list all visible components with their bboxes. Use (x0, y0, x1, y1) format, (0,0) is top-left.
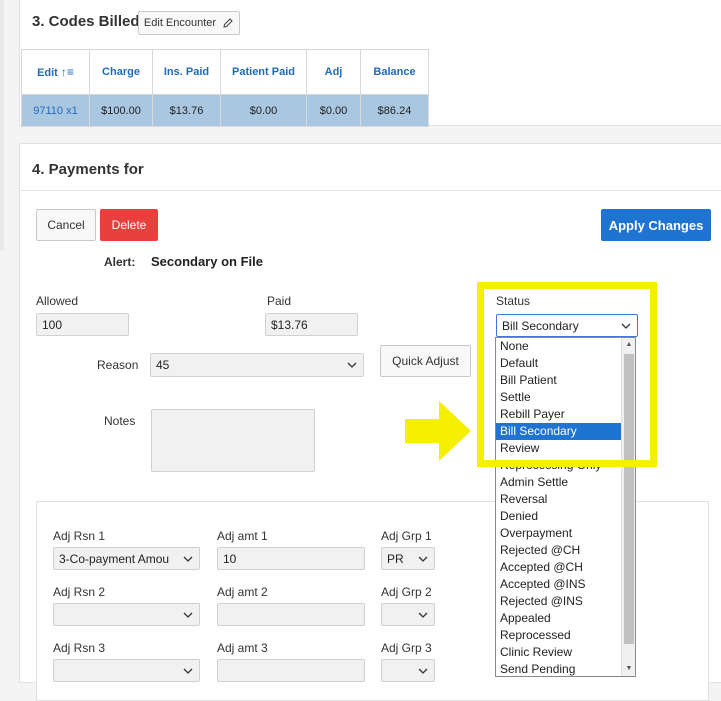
paid-field[interactable]: $13.76 (265, 313, 358, 336)
adj-grp-2-label: Adj Grp 2 (381, 585, 432, 599)
adj-amt-1-field[interactable]: 10 (217, 547, 365, 570)
codes-table: Edit ↑≡ Charge Ins. Paid Patient Paid Ad… (21, 49, 429, 127)
adj-grp-1-label: Adj Grp 1 (381, 529, 432, 543)
divider (20, 190, 721, 191)
col-charge-header[interactable]: Charge (89, 49, 153, 95)
allowed-label: Allowed (36, 294, 79, 308)
edit-encounter-label: Edit Encounter (143, 17, 217, 29)
adj-rsn-2-select[interactable] (53, 603, 200, 626)
dropdown-option[interactable]: Reprocessed (496, 627, 621, 644)
adj-grp-1-select[interactable]: PR (381, 547, 435, 570)
chevron-down-icon (347, 362, 357, 368)
codes-billed-panel: 3. Codes Billed Edit Encounter Edit ↑≡ C… (19, 0, 721, 127)
dropdown-option[interactable]: Clinic Review (496, 644, 621, 661)
delete-button[interactable]: Delete (100, 209, 158, 241)
notes-textarea[interactable] (151, 409, 315, 472)
row-patient-paid: $0.00 (220, 94, 307, 127)
adj-rsn-1-select[interactable]: 3-Co-payment Amou (53, 547, 200, 570)
chevron-down-icon (183, 556, 193, 562)
dropdown-option[interactable]: Appealed (496, 610, 621, 627)
adj-amt-2-field[interactable] (217, 603, 365, 626)
row-adj: $0.00 (306, 94, 361, 127)
sort-asc-icon[interactable]: ↑≡ (61, 65, 74, 79)
alert-value: Secondary on File (151, 254, 263, 269)
row-charge: $100.00 (89, 94, 153, 127)
scroll-down-icon[interactable]: ▼ (622, 662, 636, 676)
allowed-field[interactable]: 100 (36, 313, 129, 336)
dropdown-option[interactable]: Denied (496, 508, 621, 525)
row-ins-paid: $13.76 (152, 94, 221, 127)
cancel-button[interactable]: Cancel (36, 209, 96, 241)
arrow-right-icon (405, 401, 471, 461)
notes-label: Notes (104, 414, 136, 428)
left-edge (0, 0, 4, 250)
adj-rsn-3-label: Adj Rsn 3 (53, 641, 106, 655)
dropdown-option[interactable]: Overpayment (496, 525, 621, 542)
highlight-box (477, 282, 657, 467)
pencil-icon (223, 18, 233, 28)
paid-label: Paid (267, 294, 292, 308)
adj-rsn-1-label: Adj Rsn 1 (53, 529, 106, 543)
dropdown-option[interactable]: Accepted @INS (496, 576, 621, 593)
col-balance-header[interactable]: Balance (360, 49, 429, 95)
chevron-down-icon (418, 612, 428, 618)
dropdown-option[interactable]: Rejected @CH (496, 542, 621, 559)
adj-amt-1-label: Adj amt 1 (217, 529, 268, 543)
chevron-down-icon (418, 556, 428, 562)
alert-label: Alert: (104, 255, 136, 269)
payments-title: 4. Payments for (32, 161, 144, 178)
reason-select-value: 45 (156, 358, 170, 372)
col-ins-paid-header[interactable]: Ins. Paid (152, 49, 221, 95)
chevron-down-icon (183, 612, 193, 618)
adj-grp-3-label: Adj Grp 3 (381, 641, 432, 655)
reason-label: Reason (97, 358, 139, 372)
apply-changes-button[interactable]: Apply Changes (601, 209, 711, 241)
chevron-down-icon (183, 668, 193, 674)
adj-amt-3-label: Adj amt 3 (217, 641, 268, 655)
adj-grp-2-select[interactable] (381, 603, 435, 626)
edit-encounter-button[interactable]: Edit Encounter (138, 11, 240, 35)
adj-rsn-2-label: Adj Rsn 2 (53, 585, 106, 599)
col-patient-paid-header[interactable]: Patient Paid (220, 49, 307, 95)
col-adj-header[interactable]: Adj (306, 49, 361, 95)
adj-amt-2-label: Adj amt 2 (217, 585, 268, 599)
codes-table-header: Edit ↑≡ Charge Ins. Paid Patient Paid Ad… (21, 49, 429, 95)
reason-select[interactable]: 45 (150, 353, 364, 377)
table-row[interactable]: 97110 x1 $100.00 $13.76 $0.00 $0.00 $86.… (21, 94, 429, 127)
dropdown-option[interactable]: Admin Settle (496, 474, 621, 491)
row-balance: $86.24 (360, 94, 429, 127)
row-code-link[interactable]: 97110 x1 (21, 94, 90, 127)
col-edit-header[interactable]: Edit ↑≡ (21, 49, 90, 95)
dropdown-option[interactable]: Rejected @INS (496, 593, 621, 610)
dropdown-option[interactable]: Send Pending (496, 661, 621, 678)
quick-adjust-button[interactable]: Quick Adjust (380, 345, 471, 377)
dropdown-option[interactable]: Accepted @CH (496, 559, 621, 576)
codes-billed-title: 3. Codes Billed (32, 13, 140, 30)
chevron-down-icon (418, 668, 428, 674)
dropdown-option[interactable]: Reversal (496, 491, 621, 508)
